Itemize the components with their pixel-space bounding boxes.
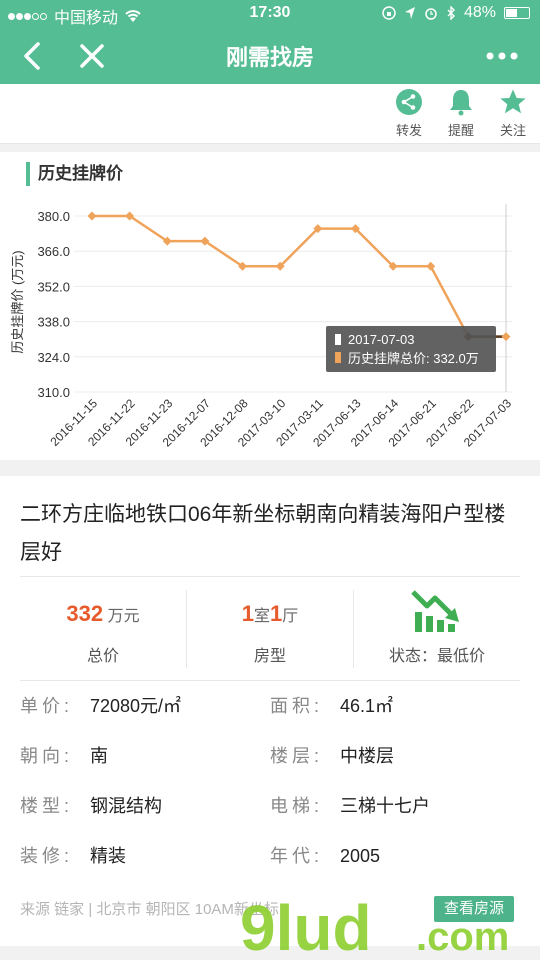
chart-tooltip: 2017-07-03 历史挂牌总价: 332.0万 xyxy=(326,326,496,372)
listing-title: 二环方庄临地铁口06年新坐标朝南向精装海阳户型楼层好 xyxy=(20,503,506,564)
y-tick-label: 310.0 xyxy=(37,385,70,400)
share-button[interactable]: 转发 xyxy=(384,88,434,139)
price-history-chart: 380.0 366.0 352.0 338.0 324.0 310.0 历史挂牌价 (万元… xyxy=(10,204,514,450)
divider xyxy=(20,680,520,681)
detail-unit-price: 单价: 72080元/㎡ xyxy=(20,696,182,716)
price-history-card: 历史挂牌价 380.0 366.0 352.0 338.0 324.0 310.0 历史挂… xyxy=(0,152,540,460)
data-point[interactable] xyxy=(501,332,511,342)
room-count: 1 xyxy=(241,601,254,626)
hall-unit: 厅 xyxy=(282,608,299,625)
remind-button[interactable]: 提醒 xyxy=(436,88,486,139)
detail-orientation: 朝向: 南 xyxy=(20,746,108,766)
listing-card: 二环方庄临地铁口06年新坐标朝南向精装海阳户型楼层好 332 万元 总价 1室1… xyxy=(0,476,540,946)
detail-area: 面积: 46.1㎡ xyxy=(270,696,394,716)
detail-building-type: 楼型: 钢混结构 xyxy=(20,796,162,816)
y-tick-label: 352.0 xyxy=(37,279,70,294)
total-price-label: 总价 xyxy=(86,648,119,665)
data-point[interactable] xyxy=(87,211,97,221)
series-line xyxy=(92,214,506,338)
share-label: 转发 xyxy=(395,123,422,138)
alarm-icon xyxy=(425,8,437,20)
share-icon xyxy=(396,89,422,115)
total-price-stat: 332 万元 总价 xyxy=(20,596,186,676)
tooltip-value: 历史挂牌总价: 332.0万 xyxy=(348,351,479,366)
data-point[interactable] xyxy=(426,261,436,271)
star-icon xyxy=(500,89,526,114)
layout-label: 房型 xyxy=(253,648,286,665)
total-price-unit: 万元 xyxy=(107,608,140,625)
divider xyxy=(20,576,520,577)
follow-label: 关注 xyxy=(499,123,526,138)
svg-text:9lud: 9lud xyxy=(240,892,372,958)
y-tick-label: 324.0 xyxy=(37,350,70,365)
svg-text:.com: .com xyxy=(416,915,509,958)
bell-icon xyxy=(450,90,472,116)
tooltip-date: 2017-07-03 xyxy=(348,332,415,347)
y-tick-label: 366.0 xyxy=(37,244,70,259)
follow-button[interactable]: 关注 xyxy=(488,88,538,139)
layout-stat: 1室1厅 房型 xyxy=(187,596,353,676)
nav-bar: 刚需找房 xyxy=(0,28,540,84)
rotation-lock-icon xyxy=(382,6,396,20)
location-icon xyxy=(404,7,415,19)
battery-icon xyxy=(504,7,530,19)
more-dots-icon[interactable] xyxy=(482,42,522,70)
bluetooth-icon xyxy=(447,6,455,20)
action-bar: 转发 提醒 关注 xyxy=(0,84,540,144)
remind-label: 提醒 xyxy=(447,123,474,138)
y-tick-label: 380.0 xyxy=(37,209,70,224)
detail-year: 年代: 2005 xyxy=(270,846,381,866)
status-bar: 中国移动 17:30 48% xyxy=(0,0,540,28)
detail-elevator: 电梯: 三梯十七户 xyxy=(270,796,430,816)
room-unit: 室 xyxy=(253,608,270,625)
price-down-chart-icon xyxy=(411,590,459,632)
total-price-value: 332 xyxy=(66,601,104,626)
hall-count: 1 xyxy=(270,601,283,626)
page-title: 刚需找房 xyxy=(225,45,314,70)
battery-percent: 48% xyxy=(463,4,496,21)
watermark-logo: 9lud .com xyxy=(240,892,509,958)
detail-floor: 楼层: 中楼层 xyxy=(270,746,394,766)
y-axis-label: 历史挂牌价 (万元) xyxy=(10,250,25,353)
y-tick-label: 338.0 xyxy=(37,315,70,330)
status-label: 状态：最低价 xyxy=(388,648,485,665)
detail-decoration: 装修: 精装 xyxy=(20,846,126,866)
status-stat: 状态：最低价 xyxy=(354,590,520,676)
